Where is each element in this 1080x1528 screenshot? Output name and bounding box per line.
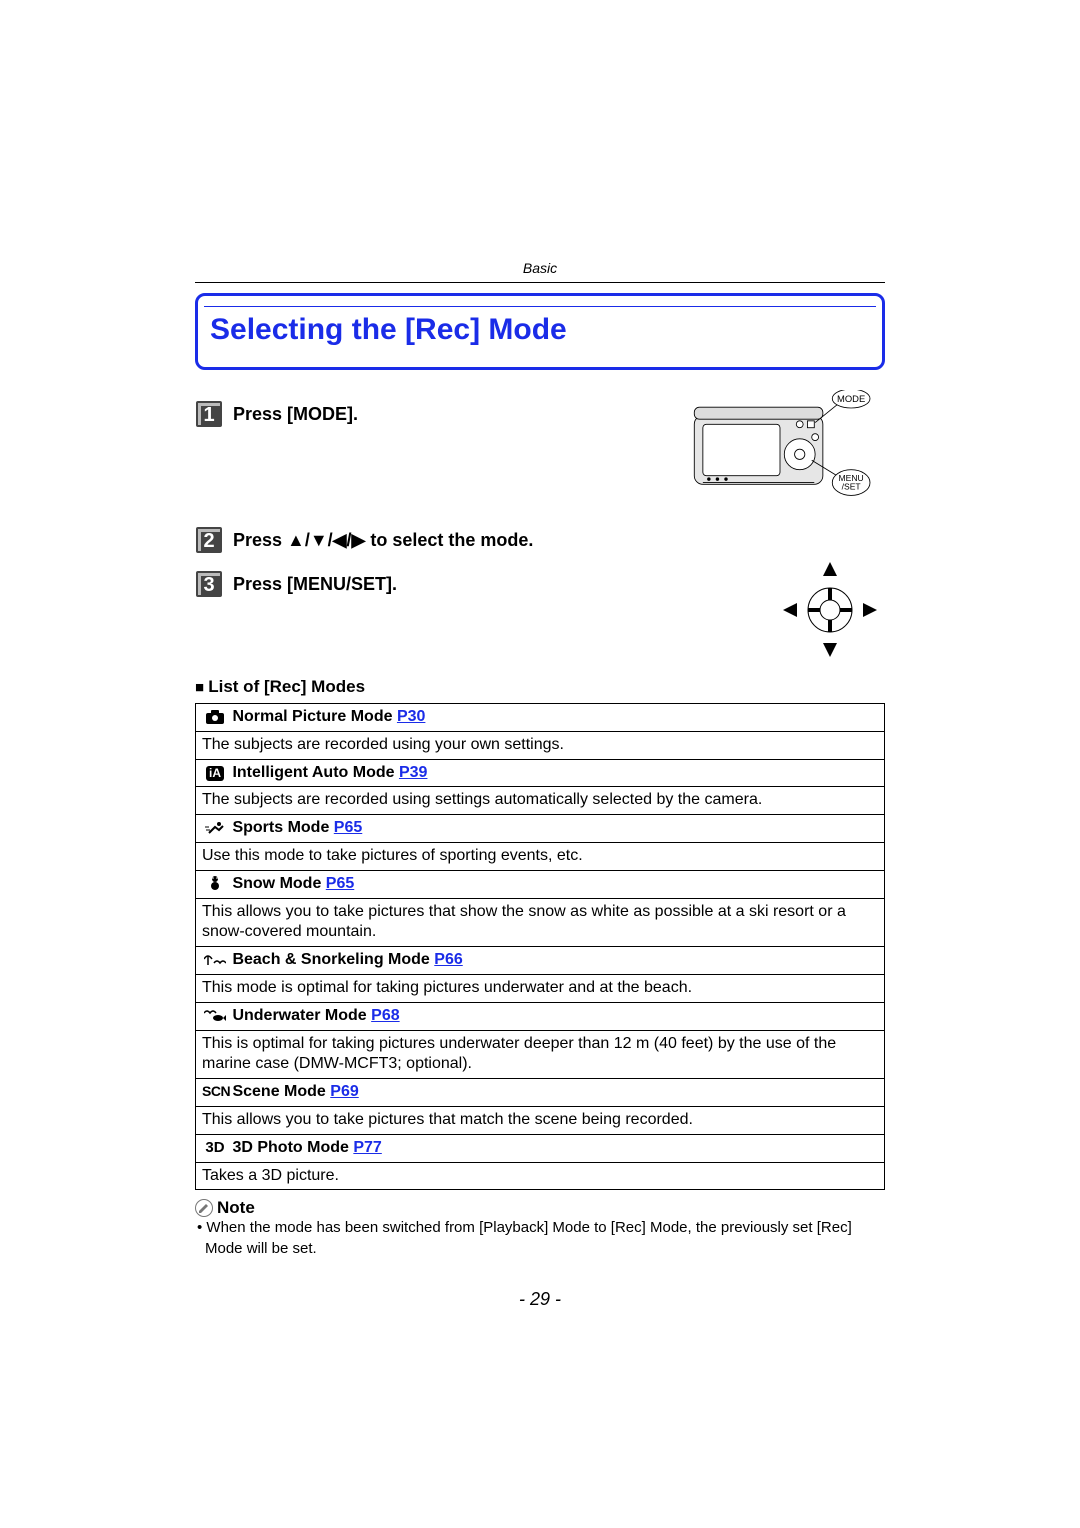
svg-text:/SET: /SET — [842, 481, 862, 491]
mode-desc: The subjects are recorded using your own… — [196, 731, 885, 759]
mode-row-header: SCN Scene Mode P69 — [196, 1079, 885, 1107]
mode-row-header: Underwater Mode P68 — [196, 1002, 885, 1030]
svg-text:1: 1 — [203, 404, 214, 426]
page-ref-link[interactable]: P68 — [371, 1007, 399, 1024]
modes-list-heading: List of [Rec] Modes — [195, 677, 885, 697]
page-ref-link[interactable]: P39 — [399, 764, 427, 781]
beach-icon — [202, 950, 228, 971]
page-ref-link[interactable]: P69 — [330, 1083, 358, 1100]
mode-desc: Takes a 3D picture. — [196, 1162, 885, 1190]
steps-list: 1 Press [MODE]. — [195, 400, 885, 657]
svg-text:2: 2 — [203, 530, 214, 552]
mode-row-header: 3D 3D Photo Mode P77 — [196, 1134, 885, 1162]
manual-page: Basic Selecting the [Rec] Mode 1 Press [… — [0, 0, 1080, 1310]
mode-row-header: Sports Mode P65 — [196, 815, 885, 843]
svg-text:3: 3 — [203, 574, 214, 596]
mode-row-header: Snow Mode P65 — [196, 870, 885, 898]
step-text: Press [MENU/SET]. — [233, 574, 397, 595]
page-number: - 29 - — [195, 1289, 885, 1310]
step-3: 3 Press [MENU/SET]. — [195, 570, 885, 657]
snow-icon — [202, 874, 228, 895]
mode-desc: This allows you to take pictures that ma… — [196, 1106, 885, 1134]
page-ref-link[interactable]: P65 — [334, 819, 362, 836]
note-heading: Note — [195, 1198, 885, 1218]
mode-desc: Use this mode to take pictures of sporti… — [196, 842, 885, 870]
page-ref-link[interactable]: P30 — [397, 708, 425, 725]
underwater-icon — [202, 1006, 228, 1027]
threeD-icon: 3D — [202, 1138, 228, 1158]
mode-name: Sports Mode — [232, 819, 329, 836]
mode-desc: This mode is optimal for taking pictures… — [196, 974, 885, 1002]
step-text: Press ▲/▼/◀/▶ to select the mode. — [233, 530, 533, 551]
step-badge-3: 3 — [195, 570, 223, 598]
sports-icon — [202, 818, 228, 839]
mode-name: 3D Photo Mode — [232, 1139, 348, 1156]
chapter-label: Basic — [195, 260, 885, 276]
mode-name: Snow Mode — [232, 875, 321, 892]
mode-row-header: iA Intelligent Auto Mode P39 — [196, 759, 885, 787]
mode-row-header: Beach & Snorkeling Mode P66 — [196, 947, 885, 975]
dpad-illustration — [775, 562, 885, 657]
step-1: 1 Press [MODE]. — [195, 400, 885, 510]
note-body: When the mode has been switched from [Pl… — [203, 1218, 885, 1259]
page-ref-link[interactable]: P77 — [353, 1139, 381, 1156]
page-title: Selecting the [Rec] Mode — [198, 307, 882, 363]
note-block: Note When the mode has been switched fro… — [195, 1198, 885, 1259]
mode-desc: The subjects are recorded using settings… — [196, 787, 885, 815]
ia-icon: iA — [202, 763, 228, 784]
step-2: 2 Press ▲/▼/◀/▶ to select the mode. — [195, 526, 885, 554]
mode-name: Scene Mode — [232, 1083, 325, 1100]
mode-desc: This is optimal for taking pictures unde… — [196, 1030, 885, 1079]
page-ref-link[interactable]: P66 — [434, 951, 462, 968]
camera-icon — [202, 707, 228, 728]
pencil-icon — [195, 1199, 213, 1217]
step-text: Press [MODE]. — [233, 404, 358, 425]
mode-name: Underwater Mode — [232, 1007, 366, 1024]
step-badge-1: 1 — [195, 400, 223, 428]
mode-desc: This allows you to take pictures that sh… — [196, 898, 885, 947]
step-badge-2: 2 — [195, 526, 223, 554]
page-ref-link[interactable]: P65 — [326, 875, 354, 892]
divider — [195, 282, 885, 283]
mode-name: Beach & Snorkeling Mode — [232, 951, 429, 968]
svg-text:MODE: MODE — [837, 393, 865, 404]
note-heading-text: Note — [217, 1198, 255, 1218]
scene-icon: SCN — [202, 1082, 228, 1100]
camera-illustration: MODE MENU /SET — [675, 390, 885, 510]
mode-name: Normal Picture Mode — [232, 708, 392, 725]
modes-table: Normal Picture Mode P30 The subjects are… — [195, 703, 885, 1190]
mode-name: Intelligent Auto Mode — [232, 764, 394, 781]
title-frame: Selecting the [Rec] Mode — [195, 293, 885, 370]
mode-row-header: Normal Picture Mode P30 — [196, 704, 885, 732]
